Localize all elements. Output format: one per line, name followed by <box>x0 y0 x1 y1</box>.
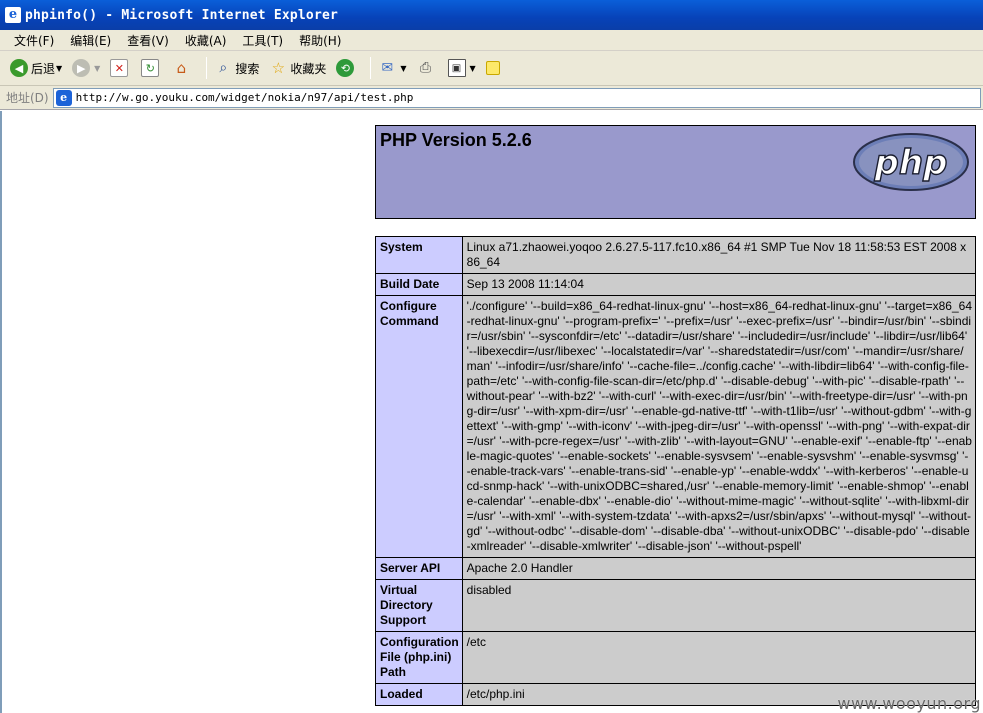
title-bar: e phpinfo() - Microsoft Internet Explore… <box>0 0 983 30</box>
page-icon: e <box>55 89 72 106</box>
row-key: Server API <box>375 557 463 580</box>
print-button[interactable]: ⎙ <box>415 56 440 80</box>
php-logo-text: php <box>874 143 948 183</box>
print-icon: ⎙ <box>419 60 432 76</box>
php-logo-icon: php <box>853 133 969 191</box>
forward-button[interactable]: ▶ ▼ <box>70 56 102 80</box>
php-version-header: PHP Version 5.2.6 php <box>375 125 976 219</box>
row-value: disabled <box>461 579 977 632</box>
home-button[interactable]: ⌂ <box>170 56 195 80</box>
back-label: 后退 <box>31 61 56 76</box>
row-key: Configure Command <box>375 295 463 558</box>
table-row: Configure Command './configure' '--build… <box>375 295 977 558</box>
php-info-table: System Linux a71.zhaowei.yoqoo 2.6.27.5-… <box>375 236 977 706</box>
note-icon <box>485 61 500 75</box>
row-value: Linux a71.zhaowei.yoqoo 2.6.27.5-117.fc1… <box>461 236 977 274</box>
ie-app-icon: e <box>5 7 21 23</box>
address-url[interactable]: http://w.go.youku.com/widget/nokia/n97/a… <box>76 91 414 104</box>
discuss-button[interactable] <box>484 56 505 80</box>
favorites-button[interactable]: ☆ 收藏夹 <box>267 56 328 80</box>
address-bar: 地址(D) e http://w.go.youku.com/widget/nok… <box>0 86 983 110</box>
search-icon: ⌕ <box>219 60 228 76</box>
mail-icon: ✉ <box>381 60 394 76</box>
refresh-icon: ↻ <box>141 59 160 77</box>
row-value: Sep 13 2008 11:14:04 <box>461 273 977 296</box>
history-icon: ⟲ <box>336 59 355 77</box>
row-value: /etc <box>461 631 977 684</box>
toolbar-divider <box>206 57 208 79</box>
star-icon: ☆ <box>271 59 286 77</box>
row-key: Loaded <box>375 683 463 706</box>
mail-button[interactable]: ✉ ▼ <box>376 56 408 80</box>
mail-dropdown-icon[interactable]: ▼ <box>400 64 406 73</box>
toolbar-divider <box>370 57 372 79</box>
refresh-button[interactable]: ↻ <box>139 56 164 80</box>
back-arrow-icon: ◀ <box>10 59 28 77</box>
menu-view[interactable]: 查看(V) <box>119 32 177 49</box>
search-button[interactable]: ⌕ 搜索 <box>212 56 261 80</box>
table-row: Virtual Directory Support disabled <box>375 579 977 632</box>
table-row: Server API Apache 2.0 Handler <box>375 557 977 580</box>
favorites-label: 收藏夹 <box>290 61 327 76</box>
table-row: Build Date Sep 13 2008 11:14:04 <box>375 273 977 296</box>
page-content: PHP Version 5.2.6 php System Linux a71.z… <box>0 111 983 713</box>
menu-help[interactable]: 帮助(H) <box>291 32 349 49</box>
edit-icon: ▣ <box>447 59 466 77</box>
address-input[interactable]: e http://w.go.youku.com/widget/nokia/n97… <box>52 87 981 108</box>
back-dropdown-icon[interactable]: ▼ <box>56 64 62 73</box>
row-key: Virtual Directory Support <box>375 579 463 632</box>
menu-favorites[interactable]: 收藏(A) <box>177 32 235 49</box>
row-key: System <box>375 236 463 274</box>
menu-tools[interactable]: 工具(T) <box>234 32 291 49</box>
home-icon: ⌂ <box>176 59 187 77</box>
row-key: Build Date <box>375 273 463 296</box>
history-button[interactable]: ⟲ <box>334 56 359 80</box>
stop-button[interactable]: ✕ <box>108 56 133 80</box>
watermark: www.wooyun.org <box>837 694 981 713</box>
table-row: Configuration File (php.ini) Path /etc <box>375 631 977 684</box>
forward-arrow-icon: ▶ <box>72 59 91 77</box>
edit-dropdown-icon[interactable]: ▼ <box>470 64 476 73</box>
edit-button[interactable]: ▣ ▼ <box>446 56 478 80</box>
row-value: './configure' '--build=x86_64-redhat-lin… <box>461 295 977 558</box>
forward-dropdown-icon[interactable]: ▼ <box>94 64 100 73</box>
search-label: 搜索 <box>235 61 260 76</box>
row-key: Configuration File (php.ini) Path <box>375 631 463 684</box>
menu-edit[interactable]: 编辑(E) <box>62 32 119 49</box>
menu-file[interactable]: 文件(F) <box>6 32 62 49</box>
menu-bar: 文件(F) 编辑(E) 查看(V) 收藏(A) 工具(T) 帮助(H) <box>0 30 983 51</box>
address-label: 地址(D) <box>6 91 49 105</box>
back-button[interactable]: ◀ 后退 ▼ <box>8 56 64 80</box>
stop-icon: ✕ <box>110 59 129 77</box>
row-value: Apache 2.0 Handler <box>461 557 977 580</box>
php-version-title: PHP Version 5.2.6 <box>380 130 532 150</box>
table-row: System Linux a71.zhaowei.yoqoo 2.6.27.5-… <box>375 236 977 274</box>
window-title: phpinfo() - Microsoft Internet Explorer <box>25 7 339 23</box>
toolbar: ◀ 后退 ▼ ▶ ▼ ✕ ↻ ⌂ ⌕ 搜索 ☆ 收藏夹 ⟲ ✉ ▼ ⎙ ▣ ▼ <box>0 51 983 86</box>
